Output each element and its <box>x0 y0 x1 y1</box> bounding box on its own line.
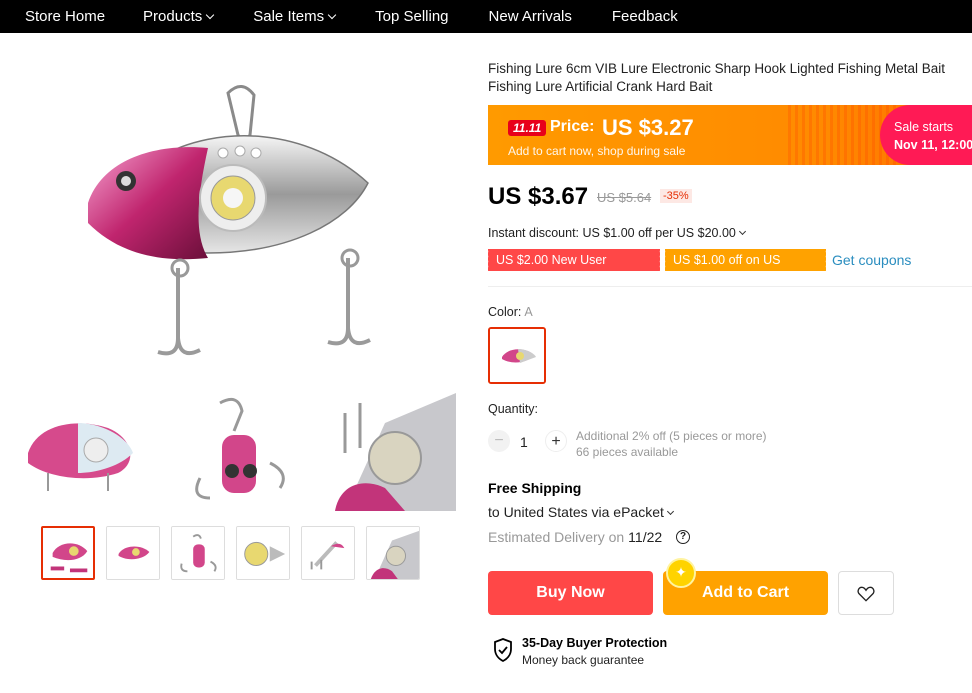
thumbnail-6[interactable] <box>366 526 420 580</box>
chevron-down-icon <box>738 227 746 236</box>
swatch-image <box>490 329 544 382</box>
product-sub-image-2 <box>160 383 310 511</box>
product-gallery <box>0 33 460 513</box>
product-title: Fishing Lure 6cm VIB Lure Electronic Sha… <box>488 61 945 94</box>
heart-icon <box>857 586 875 602</box>
thumbnail-1[interactable] <box>41 526 95 580</box>
nav-label: Feedback <box>611 8 678 25</box>
thumbnail-image <box>107 527 159 579</box>
thumbnail-5[interactable] <box>301 526 355 580</box>
quantity-note: Additional 2% off (5 pieces or more) 66 … <box>576 428 767 460</box>
nav-sale-items[interactable]: Sale Items <box>233 8 355 25</box>
buyer-protection-title: 35-Day Buyer Protection <box>522 636 668 650</box>
original-price: US $5.64 <box>597 190 652 205</box>
shield-check-icon <box>494 638 512 662</box>
estimated-delivery-label: Estimated Delivery on <box>488 529 625 545</box>
thumbnail-image <box>367 527 419 579</box>
chevron-down-icon <box>666 507 674 516</box>
quantity-input[interactable]: 1 <box>520 434 528 450</box>
nav-label: Products <box>143 8 203 25</box>
color-swatch-a[interactable] <box>488 327 546 384</box>
product-main-image[interactable] <box>8 63 456 408</box>
thumbnail-image <box>172 527 224 579</box>
chevron-down-icon <box>206 10 215 19</box>
instant-discount-dropdown[interactable]: Instant discount: US $1.00 off per US $2… <box>488 226 746 240</box>
chevron-down-icon <box>327 10 337 19</box>
nav-products[interactable]: Products <box>123 8 233 25</box>
bulk-discount-note: Additional 2% off (5 pieces or more) <box>576 429 767 443</box>
new-user-coupon[interactable]: US $2.00 New User Coupon <box>486 249 660 289</box>
sale-event-badge: 11.11 <box>508 120 547 136</box>
sale-price-banner: 11.11 Price: US $3.27 Add to cart now, s… <box>488 105 972 165</box>
get-coupons-link[interactable]: Get coupons <box>832 252 911 268</box>
sale-subtext: Add to cart now, shop during sale <box>508 144 686 158</box>
shipping-method-text: to United States via ePacket <box>488 504 664 520</box>
sale-starts-countdown: Sale starts Nov 11, 12:00 <box>880 105 972 165</box>
color-label: Color: A <box>488 305 533 319</box>
store-coupon[interactable]: US $1.00 off on US $19.00 <box>663 249 826 289</box>
buy-now-button[interactable]: Buy Now <box>488 571 653 615</box>
nav-store-home[interactable]: Store Home <box>0 8 123 25</box>
nav-label: Store Home <box>25 8 106 25</box>
nav-new-arrivals[interactable]: New Arrivals <box>469 8 592 25</box>
thumbnail-strip <box>41 526 420 580</box>
wishlist-button[interactable] <box>838 571 894 615</box>
free-shipping-label: Free Shipping <box>488 480 582 496</box>
color-selected-value: A <box>524 305 533 319</box>
store-nav-bar: Store Home Products Sale Items Top Selli… <box>0 0 972 33</box>
sale-starts-date: Nov 11, 12:00 <box>894 138 972 152</box>
buyer-protection-subtitle: Money back guarantee <box>522 653 645 667</box>
instant-discount-text: Instant discount: US $1.00 off per US $2… <box>488 226 736 240</box>
nav-label: New Arrivals <box>488 8 572 25</box>
thumbnail-4[interactable] <box>236 526 290 580</box>
thumbnail-image <box>302 527 354 579</box>
nav-label: Top Selling <box>375 8 449 25</box>
color-label-text: Color: <box>488 305 522 319</box>
quantity-decrease-button[interactable]: − <box>488 430 510 452</box>
sale-price-label: Price: <box>550 118 595 135</box>
nav-label: Sale Items <box>253 8 325 25</box>
stock-available: 66 pieces available <box>576 445 679 459</box>
nav-top-selling[interactable]: Top Selling <box>355 8 468 25</box>
divider <box>488 286 972 287</box>
product-info: Fishing Lure 6cm VIB Lure Electronic Sha… <box>488 60 972 96</box>
thumbnail-3[interactable] <box>171 526 225 580</box>
nav-feedback[interactable]: Feedback <box>592 8 698 25</box>
discount-badge: -35% <box>660 189 692 203</box>
product-sub-image-3 <box>325 383 456 511</box>
estimated-delivery: Estimated Delivery on 11/22 <box>488 529 662 545</box>
quantity-label: Quantity: <box>488 402 539 416</box>
sale-price-value: US $3.27 <box>602 115 694 140</box>
thumbnail-image <box>43 528 93 578</box>
help-icon[interactable]: ? <box>676 530 690 544</box>
shipping-method-dropdown[interactable]: to United States via ePacket <box>488 504 674 520</box>
thumbnail-image <box>237 527 289 579</box>
quantity-increase-button[interactable]: + <box>545 430 567 452</box>
coin-sparkle-icon: ✦ <box>666 558 696 588</box>
current-price: US $3.67 <box>488 183 589 210</box>
product-sub-image-1 <box>8 383 148 511</box>
estimated-delivery-date: 11/22 <box>628 529 663 545</box>
thumbnail-2[interactable] <box>106 526 160 580</box>
sale-starts-label: Sale starts <box>894 120 954 134</box>
